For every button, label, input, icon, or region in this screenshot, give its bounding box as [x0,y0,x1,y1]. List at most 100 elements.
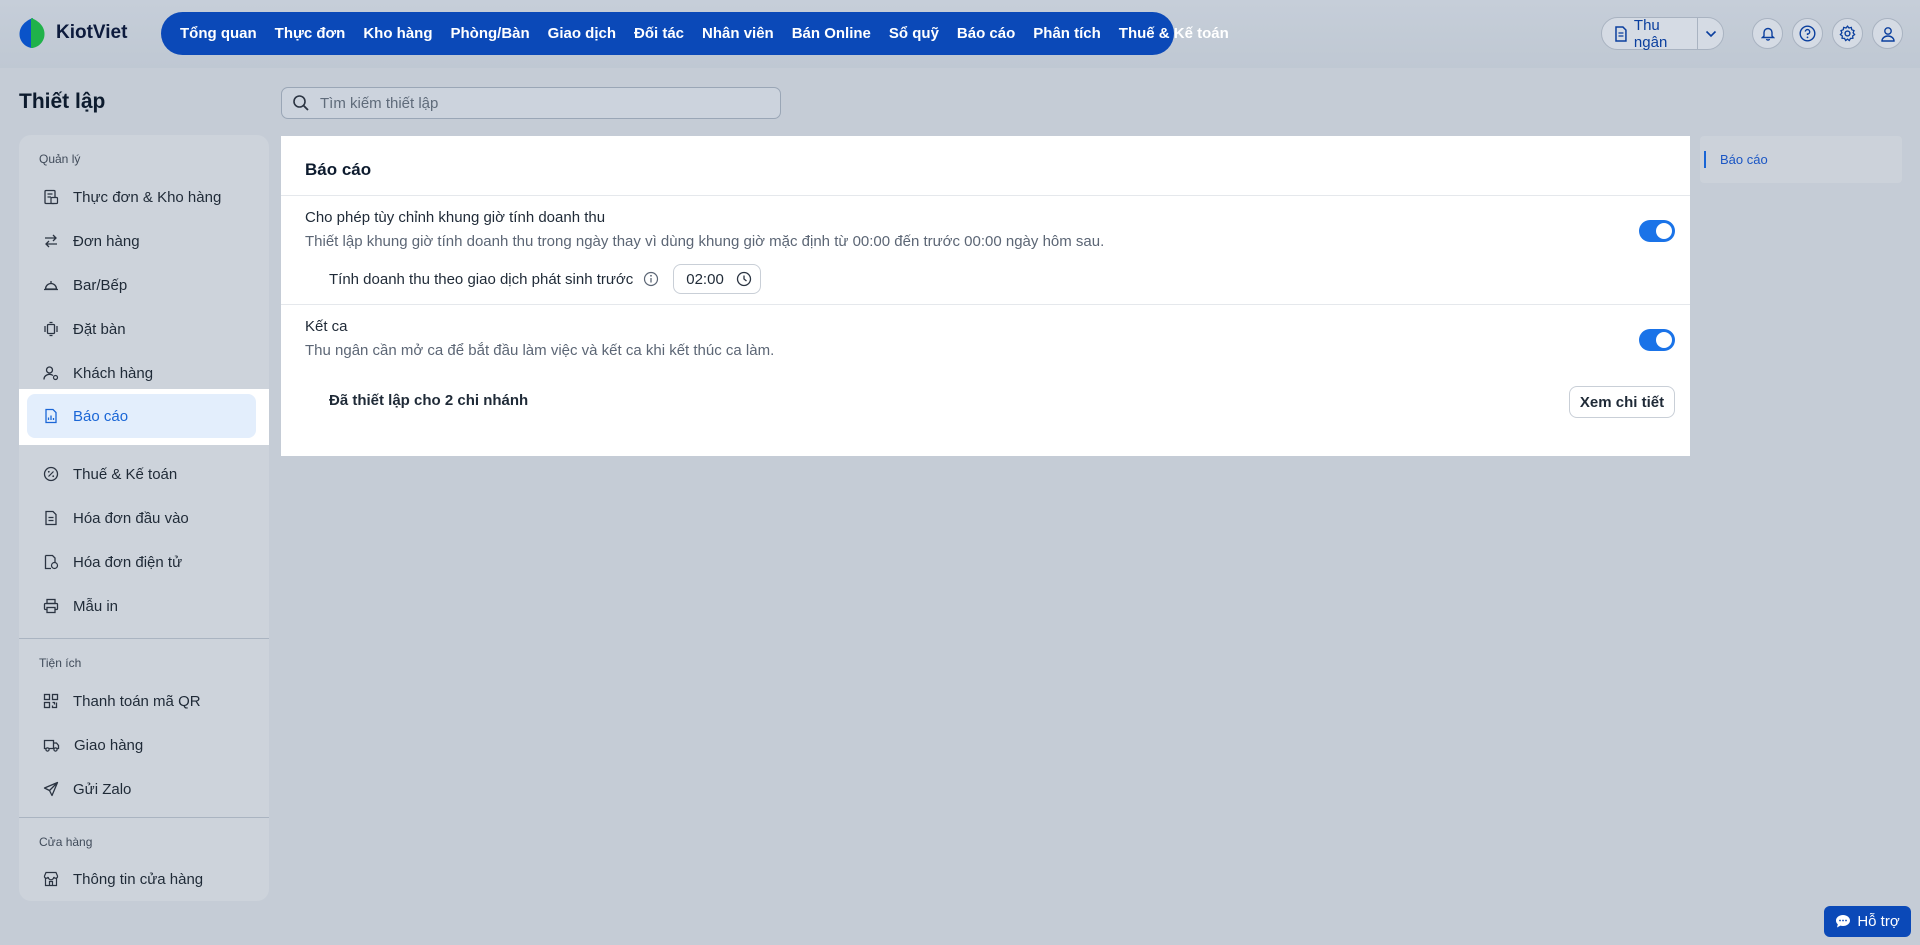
sidebar-divider [19,817,269,818]
chevron-down-icon [1705,30,1716,37]
settings-sidebar: Quản lý Thực đơn & Kho hàng Đơn hàng Bar… [19,135,269,901]
view-details-button[interactable]: Xem chi tiết [1569,386,1675,418]
nav-giao-dich[interactable]: Giao dịch [539,25,625,42]
printer-icon [43,598,59,614]
search-icon [293,95,309,111]
revenue-cutoff-row: Tính doanh thu theo giao dịch phát sinh … [329,264,761,294]
cashier-dropdown[interactable] [1698,18,1723,49]
revenue-cutoff-label: Tính doanh thu theo giao dịch phát sinh … [329,270,634,288]
branch-config-status: Đã thiết lập cho 2 chi nhánh [329,392,529,409]
sidebar-item-label: Thực đơn & Kho hàng [73,188,222,206]
nav-tong-quan[interactable]: Tổng quan [171,25,266,42]
revenue-cutoff-time-picker[interactable]: 02:00 [673,264,761,294]
revenue-timeframe-toggle[interactable] [1639,220,1675,242]
app-logo[interactable]: KiotViet [16,16,127,50]
clock-icon [736,271,751,287]
search-input[interactable] [320,94,760,112]
nav-so-quy[interactable]: Sổ quỹ [880,25,948,42]
shift-close-title: Kết ca [305,318,348,335]
nav-thuc-don[interactable]: Thực đơn [266,25,355,42]
truck-icon [43,739,60,752]
sidebar-item-print-templates[interactable]: Mẫu in [27,584,256,628]
cloche-icon [44,281,58,291]
sidebar-active-highlight: Báo cáo [19,389,269,445]
section-label-store: Cửa hàng [39,835,93,849]
sidebar-item-label: Mẫu in [73,597,119,615]
nav-nhan-vien[interactable]: Nhân viên [693,25,783,42]
document-icon [1615,25,1627,42]
page-title: Thiết lập [19,90,106,113]
user-settings-icon [43,366,59,381]
shift-close-toggle[interactable] [1639,329,1675,351]
top-bar: KiotViet Tổng quan Thực đơn Kho hàng Phò… [0,0,1920,68]
sidebar-item-label: Hóa đơn điện tử [73,553,183,571]
sidebar-item-label: Thông tin cửa hàng [73,870,204,888]
nav-phan-tich[interactable]: Phân tích [1024,25,1110,42]
sidebar-item-label: Khách hàng [73,364,154,382]
sidebar-item-table-booking[interactable]: Đặt bàn [27,307,256,351]
report-chart-icon [45,408,57,424]
nav-doi-tac[interactable]: Đối tác [625,25,693,42]
nav-ban-online[interactable]: Bán Online [783,25,880,42]
gear-icon [1839,25,1856,42]
help-button[interactable] [1792,18,1823,49]
nav-kho-hang[interactable]: Kho hàng [354,25,441,42]
sidebar-item-store-info[interactable]: Thông tin cửa hàng [27,857,256,901]
info-icon[interactable] [643,271,659,287]
notifications-button[interactable] [1752,18,1783,49]
sidebar-item-e-invoice[interactable]: Hóa đơn điện tử [27,540,256,584]
sidebar-item-bar-kitchen[interactable]: Bar/Bếp [27,263,256,307]
card-title: Báo cáo [305,160,372,179]
brand-name: KiotViet [56,22,128,43]
nav-phong-ban[interactable]: Phòng/Bàn [442,25,539,42]
account-button[interactable] [1872,18,1903,49]
nav-bao-cao[interactable]: Báo cáo [948,25,1024,42]
e-invoice-icon [44,554,59,570]
bell-icon [1760,27,1775,41]
document-icon [45,510,57,526]
sidebar-item-label: Hóa đơn đầu vào [73,509,189,527]
sidebar-item-label: Báo cáo [73,407,129,425]
reports-settings-card: Báo cáo Cho phép tùy chỉnh khung giờ tín… [281,136,1690,456]
sidebar-item-tax-accounting[interactable]: Thuế & Kế toán [27,452,256,496]
sidebar-item-label: Bar/Bếp [73,276,128,294]
sidebar-item-qr-payment[interactable]: Thanh toán mã QR [27,679,256,723]
sidebar-item-send-zalo[interactable]: Gửi Zalo [27,767,256,811]
support-button[interactable]: Hỗ trợ [1824,906,1911,937]
swap-arrows-icon [45,234,57,248]
sidebar-item-orders[interactable]: Đơn hàng [27,219,256,263]
cashier-button[interactable]: Thu ngân [1602,16,1698,51]
sidebar-item-input-invoice[interactable]: Hóa đơn đầu vào [27,496,256,540]
help-icon [1799,25,1816,42]
sidebar-item-label: Thanh toán mã QR [73,692,201,710]
section-label-utilities: Tiện ích [39,656,82,670]
revenue-timeframe-description: Thiết lập khung giờ tính doanh thu trong… [305,233,1105,250]
revenue-timeframe-title: Cho phép tùy chỉnh khung giờ tính doanh … [305,209,606,226]
time-value: 02:00 [686,270,724,288]
sidebar-item-label: Thuế & Kế toán [73,465,178,483]
kiotviet-logo-icon [16,16,48,50]
send-icon [43,781,59,797]
sidebar-item-reports[interactable]: Báo cáo [27,394,256,438]
store-icon [43,871,59,887]
card-divider [281,304,1690,305]
sidebar-item-label: Gửi Zalo [73,780,132,798]
sidebar-item-label: Đặt bàn [73,320,126,338]
settings-search [281,87,781,119]
nav-thue-ke-toan[interactable]: Thuế & Kế toán [1110,25,1238,42]
main-navigation: Tổng quan Thực đơn Kho hàng Phòng/Bàn Gi… [161,12,1229,55]
toc-link-reports[interactable]: Báo cáo [1704,151,1768,168]
sidebar-item-label: Đơn hàng [73,232,140,250]
sidebar-item-menu-inventory[interactable]: Thực đơn & Kho hàng [27,175,256,219]
support-label: Hỗ trợ [1857,913,1900,930]
settings-button[interactable] [1832,18,1863,49]
section-label-manage: Quản lý [39,152,81,166]
cashier-label: Thu ngân [1633,16,1668,51]
user-icon [1880,26,1895,42]
sidebar-item-delivery[interactable]: Giao hàng [27,723,256,767]
table-chairs-icon [44,321,58,337]
qr-code-icon [43,693,59,709]
chat-bubble-icon [1836,915,1851,928]
shift-close-description: Thu ngân cần mở ca để bắt đầu làm việc v… [305,342,775,359]
sidebar-item-label: Giao hàng [74,736,144,754]
